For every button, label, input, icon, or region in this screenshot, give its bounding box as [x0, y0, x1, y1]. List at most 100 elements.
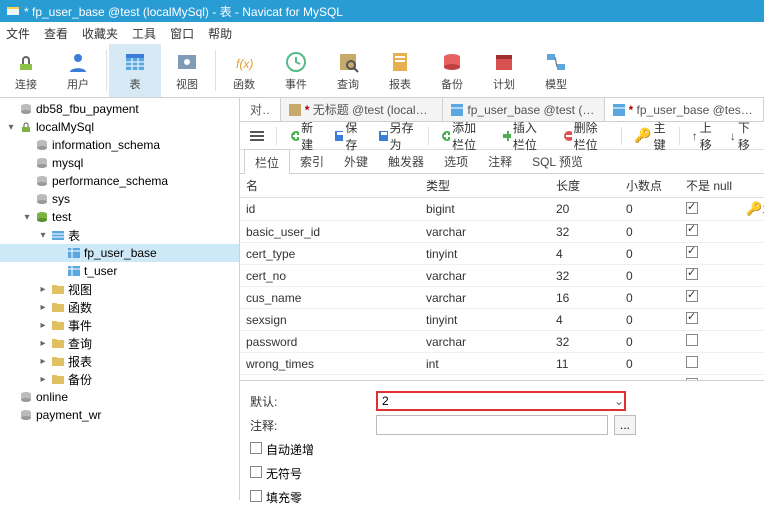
fields-grid[interactable]: 名 类型 长度 小数点 不是 null idbigint200🔑1basic_u…: [240, 174, 764, 380]
tree-item[interactable]: ▾localMySql: [0, 118, 239, 136]
menu-tools[interactable]: 工具: [132, 25, 156, 42]
toolbar-report[interactable]: 报表: [374, 44, 426, 97]
cell-pk[interactable]: [740, 287, 764, 309]
cell-pk[interactable]: 🔑1: [740, 198, 764, 221]
toolbar-query[interactable]: 查询: [322, 44, 374, 97]
cell-length[interactable]: 32: [550, 331, 620, 353]
cell-decimal[interactable]: 0: [620, 265, 680, 287]
subtab[interactable]: 栏位: [244, 149, 290, 176]
comment-input[interactable]: [376, 415, 608, 435]
cell-pk[interactable]: [740, 243, 764, 265]
cell-length[interactable]: 32: [550, 265, 620, 287]
tree-item[interactable]: ▾test: [0, 208, 239, 226]
cell-notnull[interactable]: [680, 287, 740, 309]
default-dropdown-icon[interactable]: ⌄: [614, 394, 624, 408]
cell-decimal[interactable]: 0: [620, 221, 680, 243]
tree-twisty-icon[interactable]: ▾: [20, 212, 34, 223]
primary-key-button[interactable]: 🔑主键: [630, 117, 671, 155]
cell-type[interactable]: varchar: [420, 287, 550, 309]
cell-notnull[interactable]: [680, 309, 740, 331]
cell-name[interactable]: basic_user_id: [240, 221, 420, 243]
field-row[interactable]: cus_namevarchar160: [240, 287, 764, 309]
cell-decimal[interactable]: 0: [620, 287, 680, 309]
cell-type[interactable]: int: [420, 353, 550, 375]
tree-item[interactable]: sys: [0, 190, 239, 208]
subtab[interactable]: 触发器: [378, 149, 434, 174]
cell-length[interactable]: 20: [550, 198, 620, 221]
toolbar-schedule[interactable]: 计划: [478, 44, 530, 97]
tree-twisty-icon[interactable]: ▸: [36, 302, 50, 313]
cell-decimal[interactable]: 0: [620, 198, 680, 221]
cell-type[interactable]: tinyint: [420, 309, 550, 331]
menu-help[interactable]: 帮助: [208, 25, 232, 42]
cell-length[interactable]: 32: [550, 221, 620, 243]
toolbar-view[interactable]: 视图: [161, 44, 213, 97]
move-up-button[interactable]: ↑上移: [688, 117, 720, 155]
field-row[interactable]: basic_user_idvarchar320: [240, 221, 764, 243]
zerofill-checkbox[interactable]: 填充零: [250, 489, 302, 506]
subtab[interactable]: 选项: [434, 149, 478, 174]
cell-length[interactable]: 11: [550, 353, 620, 375]
field-row[interactable]: passwordvarchar320: [240, 331, 764, 353]
tree-item[interactable]: ▸报表: [0, 352, 239, 370]
tree-item[interactable]: performance_schema: [0, 172, 239, 190]
tree-item[interactable]: payment_wr: [0, 406, 239, 424]
menu-window[interactable]: 窗口: [170, 25, 194, 42]
comment-more-button[interactable]: ...: [614, 415, 636, 435]
document-tab[interactable]: 对象: [240, 98, 281, 121]
subtab[interactable]: SQL 预览: [522, 149, 593, 174]
autoinc-checkbox[interactable]: 自动递增: [250, 441, 314, 458]
tree-twisty-icon[interactable]: ▸: [36, 356, 50, 367]
cell-type[interactable]: bigint: [420, 198, 550, 221]
cell-decimal[interactable]: 0: [620, 243, 680, 265]
cell-name[interactable]: cert_no: [240, 265, 420, 287]
cell-pk[interactable]: [740, 353, 764, 375]
cell-decimal[interactable]: 0: [620, 331, 680, 353]
cell-type[interactable]: varchar: [420, 265, 550, 287]
cell-notnull[interactable]: [680, 353, 740, 375]
cell-length[interactable]: 4: [550, 243, 620, 265]
field-row[interactable]: idbigint200🔑1: [240, 198, 764, 221]
cell-notnull[interactable]: [680, 198, 740, 221]
cell-decimal[interactable]: 0: [620, 309, 680, 331]
cell-name[interactable]: password: [240, 331, 420, 353]
tree-item[interactable]: ▸函数: [0, 298, 239, 316]
toolbar-table[interactable]: 表: [109, 44, 161, 97]
cell-type[interactable]: varchar: [420, 331, 550, 353]
tree-item[interactable]: online: [0, 388, 239, 406]
toolbar-user[interactable]: 用户: [52, 44, 104, 97]
cell-pk[interactable]: [740, 331, 764, 353]
toolbar-connection[interactable]: 连接: [0, 44, 52, 97]
toolbar-event[interactable]: 事件: [270, 44, 322, 97]
cell-pk[interactable]: [740, 265, 764, 287]
tree-twisty-icon[interactable]: ▸: [36, 284, 50, 295]
cell-name[interactable]: sexsign: [240, 309, 420, 331]
tree-item[interactable]: ▸事件: [0, 316, 239, 334]
col-key[interactable]: [740, 174, 764, 198]
field-row[interactable]: sexsigntinyint40: [240, 309, 764, 331]
tree-twisty-icon[interactable]: ▸: [36, 320, 50, 331]
cell-notnull[interactable]: [680, 243, 740, 265]
tree-item[interactable]: ▸视图: [0, 280, 239, 298]
col-notnull[interactable]: 不是 null: [680, 174, 740, 198]
tree-twisty-icon[interactable]: ▸: [36, 338, 50, 349]
tree-twisty-icon[interactable]: ▾: [4, 122, 18, 133]
tree-twisty-icon[interactable]: ▾: [36, 230, 50, 241]
cell-decimal[interactable]: 0: [620, 353, 680, 375]
tree-twisty-icon[interactable]: ▸: [36, 374, 50, 385]
toolbar-function[interactable]: f(x)函数: [218, 44, 270, 97]
col-decimal[interactable]: 小数点: [620, 174, 680, 198]
cell-notnull[interactable]: [680, 265, 740, 287]
cell-length[interactable]: 16: [550, 287, 620, 309]
cell-name[interactable]: wrong_times: [240, 353, 420, 375]
tree-item[interactable]: t_user: [0, 262, 239, 280]
tree-item[interactable]: information_schema: [0, 136, 239, 154]
toolbar-model[interactable]: 模型: [530, 44, 582, 97]
unsigned-checkbox[interactable]: 无符号: [250, 465, 302, 482]
cell-notnull[interactable]: [680, 221, 740, 243]
field-row[interactable]: wrong_timesint110: [240, 353, 764, 375]
field-row[interactable]: cert_novarchar320: [240, 265, 764, 287]
subtab[interactable]: 注释: [478, 149, 522, 174]
tree-item[interactable]: ▸查询: [0, 334, 239, 352]
tree-item[interactable]: ▾表: [0, 226, 239, 244]
